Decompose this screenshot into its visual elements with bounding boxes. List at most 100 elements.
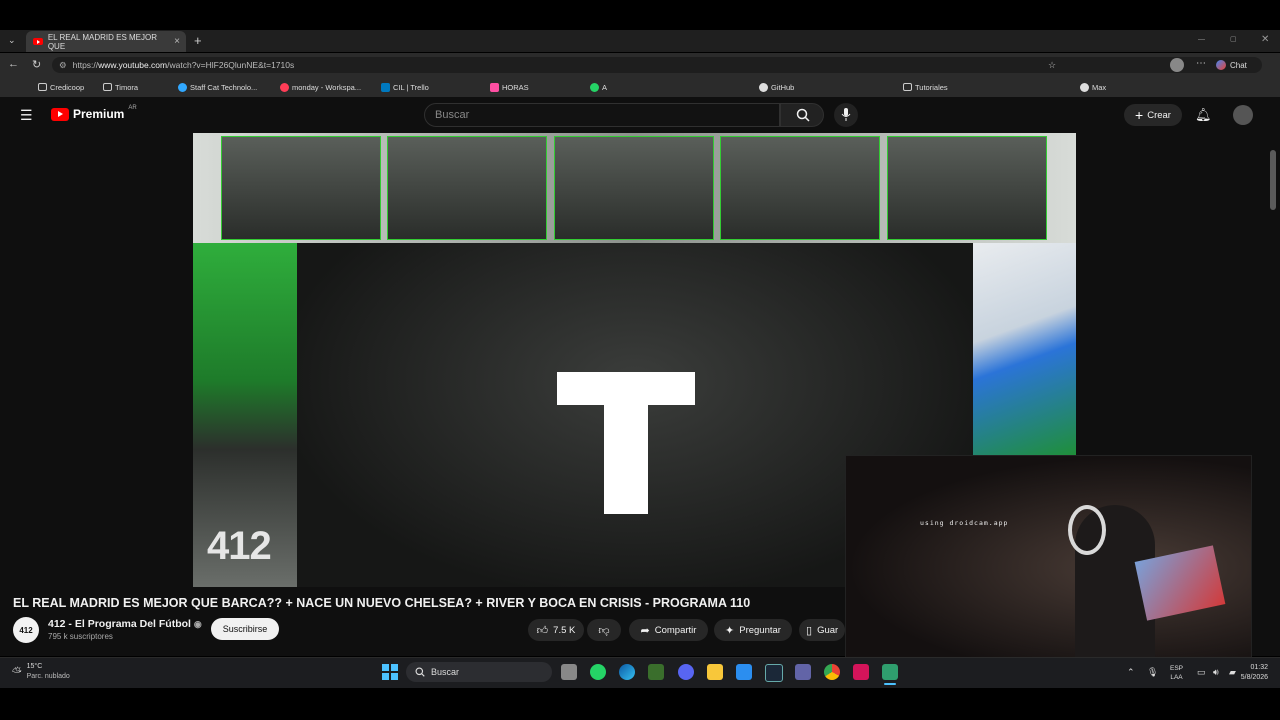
webcam-headset	[1068, 505, 1106, 555]
video-camera-feed	[887, 136, 1047, 240]
menu-dots-icon[interactable]: ⋯	[1196, 58, 1206, 69]
search-button[interactable]	[780, 103, 824, 127]
subscriber-count: 795 k suscriptores	[48, 632, 113, 641]
bookmark-star-icon[interactable]: ☆	[1048, 60, 1056, 71]
channel-avatar[interactable]: 412	[13, 617, 39, 643]
ask-button[interactable]: ✦ Preguntar	[714, 619, 792, 641]
create-label: Crear	[1147, 109, 1171, 121]
webcam-overlay-text: using droidcam.app	[920, 519, 1009, 527]
like-button[interactable]: 👍︎ 7.5 K	[528, 619, 584, 641]
youtube-logo[interactable]: Premium AR	[51, 105, 137, 121]
dislike-button[interactable]: 👎︎	[587, 619, 621, 641]
calculator-icon[interactable]	[648, 664, 664, 680]
volume-icon[interactable]: 🔊︎	[1213, 667, 1219, 678]
clock[interactable]: 01:32 5/8/2026	[1234, 663, 1268, 683]
letterbox-top	[0, 0, 1280, 30]
windows-start-icon[interactable]	[382, 664, 398, 680]
ask-label: Preguntar	[739, 624, 781, 636]
monday-icon	[280, 82, 289, 92]
folder-icon	[103, 83, 112, 91]
url-scheme: https://	[72, 60, 99, 70]
bookmark-staff-cat[interactable]: Staff Cat Technolo...	[178, 81, 257, 93]
whatsapp-taskbar-icon[interactable]	[590, 664, 606, 680]
share-label: Compartir	[654, 624, 697, 636]
language-indicator[interactable]: ESP LAA	[1170, 664, 1183, 682]
teams-icon[interactable]	[795, 664, 811, 680]
tab-close-icon[interactable]: ×	[174, 36, 180, 47]
weather-widget[interactable]: ⛅︎ 15°C Parc. nublado	[12, 662, 70, 682]
address-bar[interactable]: ⚙ https://www.youtube.com/watch?v=HlF26Q…	[52, 57, 1262, 73]
bookmark-icon: ▯	[806, 624, 813, 637]
verified-check-icon: ◉	[193, 619, 202, 629]
microphone-icon	[841, 108, 851, 121]
search-icon	[415, 667, 425, 677]
plus-icon: +	[1135, 107, 1144, 123]
bookmark-credicoop[interactable]: Credicoop	[38, 81, 84, 93]
taskbar-search-label: Buscar	[431, 667, 460, 677]
language-top: ESP	[1170, 665, 1184, 672]
edge-icon[interactable]	[619, 664, 635, 680]
video-camera-feed	[554, 136, 714, 240]
tray-microphone-icon[interactable]: 🎙︎	[1147, 667, 1158, 678]
recording-app-icon[interactable]	[853, 664, 869, 680]
network-icon[interactable]: ▭	[1197, 667, 1206, 678]
window-maximize-icon[interactable]: ▢	[1230, 35, 1237, 43]
save-button[interactable]: ▯ Guar	[799, 619, 845, 641]
bookmark-max[interactable]: Max	[1080, 81, 1106, 93]
browser-tab-youtube[interactable]: EL REAL MADRID ES MEJOR QUE ×	[26, 31, 186, 52]
profile-avatar[interactable]	[1170, 58, 1184, 72]
search-input[interactable]: Buscar	[424, 103, 780, 127]
voice-search-button[interactable]	[834, 103, 858, 127]
bookmark-monday[interactable]: monday - Workspa...	[280, 81, 361, 93]
notifications-bell-icon[interactable]: 🔔︎	[1195, 107, 1212, 123]
search-icon	[796, 108, 810, 122]
github-icon	[759, 82, 768, 92]
vscode-icon[interactable]	[736, 664, 752, 680]
site-info-icon[interactable]: ⚙	[59, 60, 67, 71]
like-count: 7.5 K	[553, 624, 576, 636]
droidcam-icon[interactable]	[882, 664, 898, 680]
thumbs-up-icon: 👍︎	[536, 624, 549, 637]
window-close-icon[interactable]: ✕	[1261, 34, 1269, 45]
bookmark-tutoriales[interactable]: Tutoriales	[903, 81, 948, 93]
scrollbar-thumb[interactable]	[1270, 150, 1276, 210]
chrome-icon[interactable]	[824, 664, 840, 680]
new-tab-button[interactable]: +	[194, 33, 202, 48]
hamburger-menu-icon[interactable]: ☰	[20, 108, 33, 122]
gemini-icon	[1216, 60, 1226, 70]
bookmark-trello[interactable]: CIL | Trello	[381, 81, 429, 93]
file-explorer-icon[interactable]	[707, 664, 723, 680]
clock-time: 01:32	[1250, 664, 1268, 671]
create-button[interactable]: + Crear	[1124, 104, 1182, 126]
window-minimize-icon[interactable]: —	[1198, 36, 1205, 43]
video-side-panel-right	[973, 243, 1076, 455]
tab-list-chevron-icon[interactable]: ⌄	[8, 35, 20, 47]
tray-overflow-chevron-icon[interactable]: ⌃	[1127, 667, 1135, 678]
bookmark-whatsapp[interactable]: A	[590, 81, 607, 93]
url-path: /watch?v=HlF26QlunNE&t=1710s	[167, 60, 295, 70]
channel-name[interactable]: 412 - El Programa Del Fútbol ◉	[48, 618, 202, 630]
tab-title: EL REAL MADRID ES MEJOR QUE	[47, 32, 158, 51]
discord-icon[interactable]	[678, 664, 694, 680]
steam-icon[interactable]	[765, 664, 783, 682]
taskbar-search[interactable]: Buscar	[406, 662, 552, 682]
bookmark-timora[interactable]: Timora	[103, 81, 138, 93]
reload-icon[interactable]: ↻	[32, 58, 41, 71]
account-avatar[interactable]	[1233, 105, 1253, 125]
cloud-sun-icon: ⛅︎	[12, 664, 22, 679]
share-button[interactable]: ➦ Compartir	[629, 619, 708, 641]
url-host: www.youtube.com	[98, 60, 168, 70]
windows-taskbar	[0, 657, 1280, 689]
back-arrow-icon[interactable]: ←	[8, 58, 19, 70]
clock-date: 5/8/2026	[1240, 674, 1268, 681]
folder-icon	[903, 83, 912, 91]
subscribe-button[interactable]: Suscribirse	[211, 618, 279, 640]
page-scrollbar[interactable]	[1268, 133, 1280, 656]
share-arrow-icon: ➦	[640, 624, 650, 637]
chat-button[interactable]: Chat	[1216, 58, 1247, 72]
bookmark-github[interactable]: GitHub	[759, 81, 794, 93]
sparkle-icon: ✦	[725, 624, 735, 637]
bookmark-horas[interactable]: HORAS	[490, 81, 529, 93]
task-view-icon[interactable]	[561, 664, 577, 680]
video-letter-t-stem	[604, 405, 648, 514]
